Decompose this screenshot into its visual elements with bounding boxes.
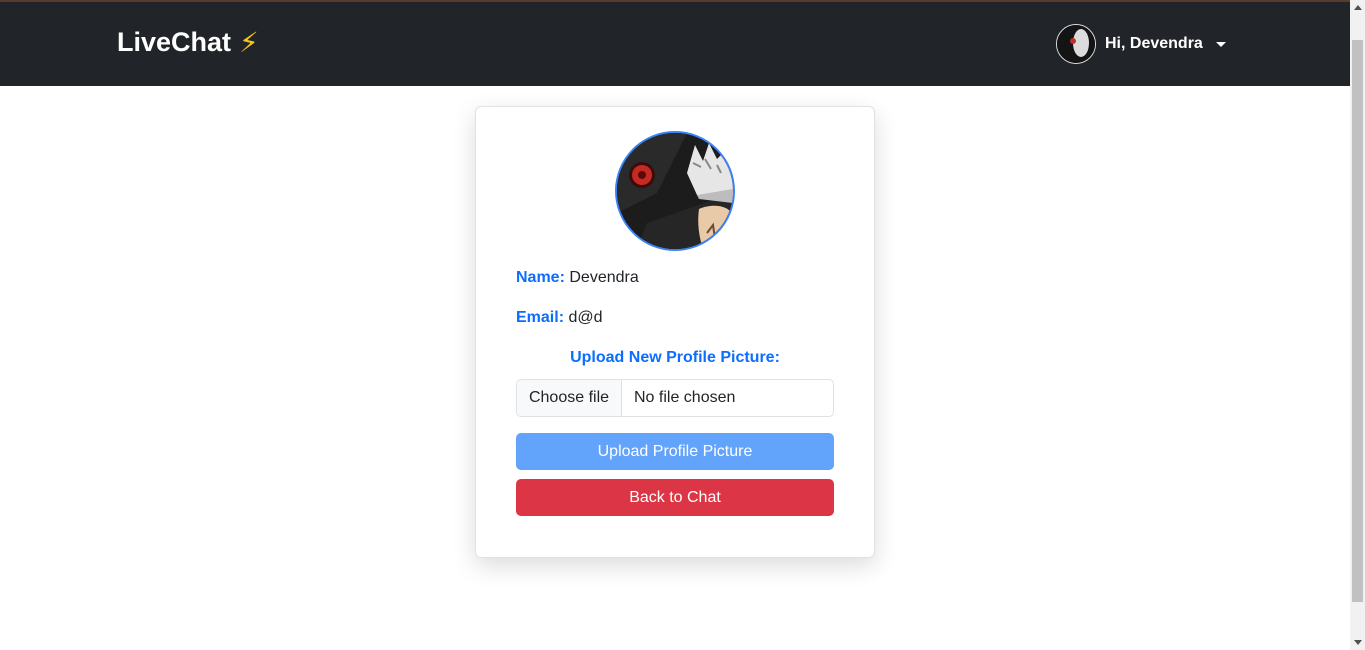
scroll-up-arrow-icon[interactable]: [1354, 5, 1362, 10]
scrollbar-thumb[interactable]: [1352, 40, 1363, 602]
choose-file-button[interactable]: Choose file: [517, 380, 622, 416]
scroll-down-arrow-icon[interactable]: [1354, 640, 1362, 645]
navbar: LiveChat ⚡ Hi, Devendra: [0, 2, 1350, 86]
avatar: [1056, 24, 1096, 64]
page-scrollbar[interactable]: [1350, 0, 1365, 650]
email-value: d@d: [568, 309, 603, 326]
user-greeting: Hi, Devendra: [1105, 35, 1203, 52]
lightning-icon: ⚡: [239, 27, 259, 58]
upload-profile-picture-button[interactable]: Upload Profile Picture: [516, 433, 834, 470]
profile-picture: [615, 131, 735, 251]
profile-card: Name: Devendra Email: d@d Upload New Pro…: [475, 106, 875, 558]
user-dropdown-toggle[interactable]: Hi, Devendra: [1056, 24, 1226, 64]
chevron-down-icon: [1215, 41, 1226, 47]
email-row: Email: d@d: [516, 309, 603, 327]
email-label: Email:: [516, 309, 565, 326]
brand-name: LiveChat: [117, 27, 232, 57]
file-status-text: No file chosen: [634, 389, 736, 406]
name-label: Name:: [516, 269, 565, 286]
file-input[interactable]: Choose file No file chosen: [516, 379, 834, 417]
name-row: Name: Devendra: [516, 269, 639, 287]
brand-logo[interactable]: LiveChat ⚡: [117, 26, 259, 59]
back-to-chat-button[interactable]: Back to Chat: [516, 479, 834, 516]
name-value: Devendra: [569, 269, 639, 286]
upload-section-title: Upload New Profile Picture:: [570, 349, 780, 366]
